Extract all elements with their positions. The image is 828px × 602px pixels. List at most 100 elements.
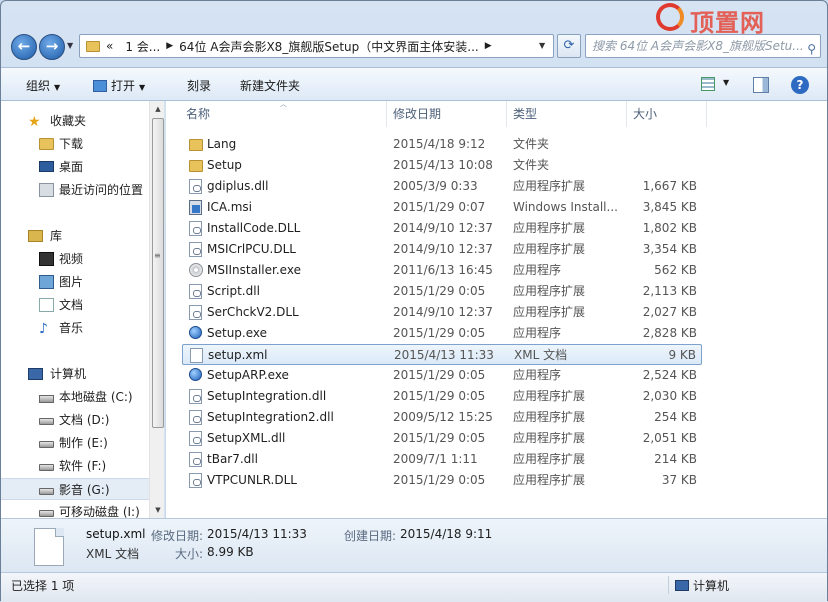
sidebar-item-drive-g[interactable]: 影音 (G:) — [1, 478, 149, 500]
sidebar-item-label: 最近访问的位置 — [59, 183, 144, 197]
file-row[interactable]: Setup.exe 2015/1/29 0:05 应用程序 2,828 KB — [182, 323, 702, 344]
file-size: 1,667 KB — [642, 179, 697, 193]
file-size: 254 KB — [654, 410, 697, 424]
sidebar-item-drive-d[interactable]: 文档 (D:) — [1, 409, 149, 431]
sidebar-item-drive-f[interactable]: 软件 (F:) — [1, 455, 149, 477]
scroll-up-icon[interactable]: ▲ — [151, 101, 164, 117]
sidebar-item-drive-c[interactable]: 本地磁盘 (C:) — [1, 386, 149, 408]
sidebar-favorites[interactable]: ★ 收藏夹 — [1, 110, 149, 132]
file-modified-date: 2014/9/10 12:37 — [393, 305, 493, 319]
sidebar-item-videos[interactable]: 视频 — [1, 248, 149, 270]
details-file-name: setup.xml — [86, 527, 146, 541]
dll-icon — [189, 179, 202, 194]
file-row[interactable]: SetupARP.exe 2015/1/29 0:05 应用程序 2,524 KB — [182, 365, 702, 386]
file-type: 应用程序扩展 — [513, 221, 586, 235]
file-row[interactable]: Setup 2015/4/13 10:08 文件夹 — [182, 155, 702, 176]
breadcrumb-1[interactable]: 1 会... — [125, 38, 160, 55]
change-view-button[interactable]: ▼ — [699, 74, 735, 94]
organize-button[interactable]: 组织 ▼ — [26, 77, 60, 94]
star-icon: ★ — [28, 114, 41, 130]
details-created-value[interactable]: 2015/4/18 9:11 — [400, 527, 492, 541]
file-name: Setup — [207, 158, 242, 172]
sidebar-item-music[interactable]: ♪ 音乐 — [1, 317, 149, 339]
scrollbar-thumb[interactable] — [152, 118, 164, 428]
details-modified-value[interactable]: 2015/4/13 11:33 — [207, 527, 307, 541]
file-size: 3,354 KB — [642, 242, 697, 256]
file-row[interactable]: InstallCode.DLL 2014/9/10 12:37 应用程序扩展 1,80… — [182, 218, 702, 239]
sidebar-libraries[interactable]: 库 — [1, 225, 149, 247]
recent-pages-chevron-icon[interactable]: ▼ — [67, 41, 73, 50]
file-name: MSICrlPCU.DLL — [207, 242, 296, 256]
sidebar-item-label: 本地磁盘 (C:) — [59, 390, 133, 404]
sidebar-item-label: 下载 — [59, 137, 84, 151]
column-header-type[interactable]: 类型 — [507, 101, 627, 127]
file-name: Lang — [207, 137, 237, 151]
help-button[interactable]: ? — [791, 76, 809, 94]
logo-ring-icon — [656, 3, 684, 31]
search-input[interactable]: 搜索 64位 A会声会影X8_旗舰版Setu... ⚲ — [585, 34, 821, 58]
sidebar-item-pictures[interactable]: 图片 — [1, 271, 149, 293]
disc-exe-icon — [189, 263, 203, 277]
new-folder-button[interactable]: 新建文件夹 — [240, 77, 300, 94]
forward-button[interactable]: → — [39, 34, 65, 60]
status-selection: 已选择 1 项 — [11, 579, 75, 593]
breadcrumb-separator-icon[interactable]: ▶ — [166, 41, 173, 51]
file-name: InstallCode.DLL — [207, 221, 301, 235]
details-created-label: 创建日期: — [344, 529, 397, 543]
refresh-button[interactable]: ⟳ — [557, 34, 581, 58]
file-row[interactable]: VTPCUNLR.DLL 2015/1/29 0:05 应用程序扩展 37 KB — [182, 470, 702, 491]
address-dropdown-icon[interactable]: ▼ — [539, 41, 545, 50]
file-size: 562 KB — [654, 263, 697, 277]
file-row[interactable]: SetupXML.dll 2015/1/29 0:05 应用程序扩展 2,051 KB — [182, 428, 702, 449]
status-bar: 已选择 1 项 计算机 — [1, 572, 827, 602]
burn-button[interactable]: 刻录 — [187, 77, 211, 94]
file-row[interactable]: Lang 2015/4/18 9:12 文件夹 — [182, 134, 702, 155]
breadcrumb-separator-icon[interactable]: ▶ — [485, 41, 492, 51]
file-size: 2,524 KB — [642, 368, 697, 382]
file-row[interactable]: setup.xml 2015/4/13 11:33 XML 文档 9 KB — [182, 344, 702, 365]
sidebar-item-documents[interactable]: 文档 — [1, 294, 149, 316]
path-overflow[interactable]: « — [106, 39, 113, 53]
file-type: 应用程序 — [513, 263, 562, 277]
sidebar-item-recent[interactable]: 最近访问的位置 — [1, 179, 149, 201]
file-type: 应用程序扩展 — [513, 452, 586, 466]
sidebar-item-desktop[interactable]: 桌面 — [1, 156, 149, 178]
open-button[interactable]: 打开 ▼ — [93, 77, 145, 94]
file-size: 9 KB — [668, 348, 696, 362]
scroll-down-icon[interactable]: ▼ — [151, 502, 164, 518]
sidebar-item-drive-i[interactable]: 可移动磁盘 (I:) — [1, 501, 149, 518]
file-row[interactable]: MSIInstaller.exe 2011/6/13 16:45 应用程序 562 K… — [182, 260, 702, 281]
file-row[interactable]: SerChckV2.DLL 2014/9/10 12:37 应用程序扩展 2,027 … — [182, 302, 702, 323]
file-name: MSIInstaller.exe — [207, 263, 301, 277]
column-header-date[interactable]: 修改日期 — [387, 101, 507, 127]
drive-icon — [39, 464, 54, 471]
status-divider — [668, 576, 669, 594]
preview-pane-button[interactable] — [753, 77, 769, 93]
file-type: 应用程序扩展 — [513, 242, 586, 256]
system-drive-icon — [39, 395, 54, 403]
details-file-type: XML 文档 — [86, 547, 140, 561]
file-row[interactable]: SetupIntegration2.dll 2009/5/12 15:25 应用程序… — [182, 407, 702, 428]
file-row[interactable]: Script.dll 2015/1/29 0:05 应用程序扩展 2,113 KB — [182, 281, 702, 302]
back-button[interactable]: ← — [11, 34, 37, 60]
organize-label: 组织 — [26, 79, 51, 93]
file-row[interactable]: gdiplus.dll 2005/3/9 0:33 应用程序扩展 1,667 KB — [182, 176, 702, 197]
breadcrumb-2[interactable]: 64位 A会声会影X8_旗舰版Setup（中文界面主体安装... — [179, 38, 479, 55]
file-name: Setup.exe — [207, 326, 268, 340]
column-header-size[interactable]: 大小 — [627, 101, 707, 127]
file-row[interactable]: tBar7.dll 2009/7/1 1:11 应用程序扩展 214 KB — [182, 449, 702, 470]
file-row[interactable]: ICA.msi 2015/1/29 0:07 Windows Install... 3… — [182, 197, 702, 218]
dll-icon — [189, 473, 202, 488]
sidebar-computer[interactable]: 计算机 — [1, 363, 149, 385]
sidebar-item-drive-e[interactable]: 制作 (E:) — [1, 432, 149, 454]
sidebar-item-label: 桌面 — [59, 160, 84, 174]
sidebar-item-downloads[interactable]: 下载 — [1, 133, 149, 155]
downloads-folder-icon — [39, 138, 54, 150]
address-bar[interactable]: « 1 会... ▶ 64位 A会声会影X8_旗舰版Setup（中文界面主体安装… — [79, 34, 554, 58]
file-row[interactable]: MSICrlPCU.DLL 2014/9/10 12:37 应用程序扩展 3,354 … — [182, 239, 702, 260]
dll-icon — [189, 452, 202, 467]
file-row[interactable]: SetupIntegration.dll 2015/1/29 0:05 应用程序扩展… — [182, 386, 702, 407]
column-header-name[interactable]: 名称 — [166, 101, 387, 127]
sidebar-scrollbar[interactable]: ▲ ≡ ▼ — [149, 101, 164, 518]
search-icon[interactable]: ⚲ — [807, 38, 816, 57]
